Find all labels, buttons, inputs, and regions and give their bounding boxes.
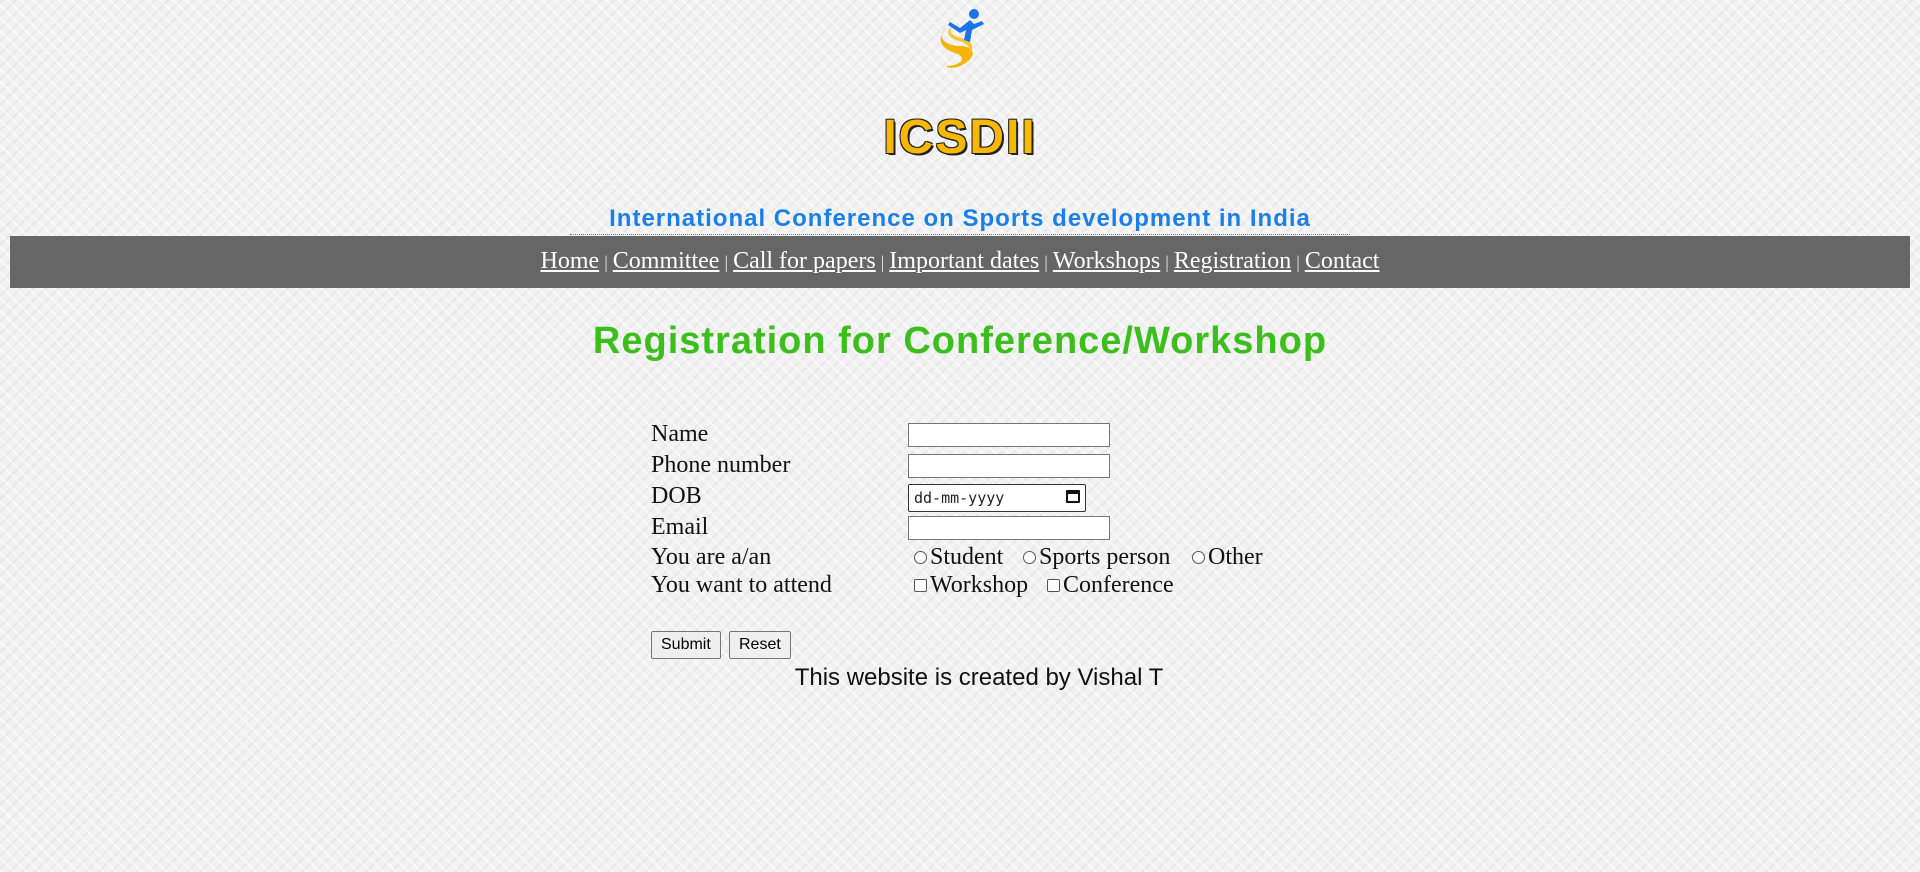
checkbox[interactable]: [914, 578, 927, 592]
name-input[interactable]: [908, 423, 1110, 447]
nav-separator: |: [724, 252, 729, 272]
sports-runner-logo-icon: [940, 9, 984, 68]
email-input[interactable]: [908, 516, 1110, 540]
attend-option-label: Conference: [1063, 572, 1174, 598]
nav-link-registration[interactable]: Registration: [1174, 248, 1291, 274]
subtitle-container: International Conference on Sports devel…: [570, 204, 1350, 235]
role-option-label: Student: [930, 544, 1004, 570]
dob-label: DOB: [651, 483, 702, 509]
role-option-sports-person[interactable]: Sports person: [1023, 543, 1170, 571]
role-option-student[interactable]: Student: [914, 543, 1003, 571]
site-title: ICSDII: [883, 111, 1037, 164]
radio-button[interactable]: [914, 550, 927, 564]
radio-button[interactable]: [1023, 550, 1036, 564]
dob-placeholder: dd-mm-yyyy: [914, 489, 1005, 507]
name-label: Name: [651, 421, 709, 447]
nav-separator: |: [604, 252, 608, 272]
nav-link-contact[interactable]: Contact: [1305, 248, 1380, 274]
main-navbar: Home | Committee | Call for papers | Important…: [10, 236, 1910, 288]
nav-separator: |: [1044, 252, 1048, 272]
footer-credit: This website is created by Vishal T: [794, 664, 1164, 691]
site-subtitle: International Conference on Sports devel…: [609, 205, 1311, 232]
phone-label: Phone number: [651, 452, 791, 478]
attend-option-conference[interactable]: Conference: [1047, 571, 1174, 599]
dob-date-input[interactable]: dd-mm-yyyy: [908, 484, 1086, 512]
role-option-label: Other: [1208, 544, 1263, 570]
nav-link-committee[interactable]: Committee: [613, 248, 720, 274]
calendar-icon[interactable]: [1066, 490, 1080, 503]
role-option-other[interactable]: Other: [1192, 543, 1263, 571]
nav-link-home[interactable]: Home: [541, 248, 600, 274]
role-label: You are a/an: [651, 544, 772, 570]
email-label: Email: [651, 514, 709, 540]
radio-button[interactable]: [1192, 550, 1205, 564]
nav-link-call-for-papers[interactable]: Call for papers: [733, 248, 876, 274]
phone-input[interactable]: [908, 454, 1110, 478]
role-option-label: Sports person: [1039, 544, 1171, 570]
nav-separator: |: [1296, 252, 1300, 272]
attend-option-label: Workshop: [930, 572, 1029, 598]
page-heading: Registration for Conference/Workshop: [592, 320, 1328, 362]
checkbox[interactable]: [1047, 578, 1060, 592]
attend-label: You want to attend: [651, 572, 832, 598]
nav-separator: |: [1165, 252, 1169, 272]
attend-option-workshop[interactable]: Workshop: [914, 571, 1028, 599]
reset-button[interactable]: Reset: [729, 631, 791, 659]
nav-link-important-dates[interactable]: Important dates: [889, 248, 1039, 274]
submit-button[interactable]: Submit: [651, 631, 721, 659]
nav-separator: |: [880, 252, 885, 272]
nav-link-workshops[interactable]: Workshops: [1053, 248, 1160, 274]
